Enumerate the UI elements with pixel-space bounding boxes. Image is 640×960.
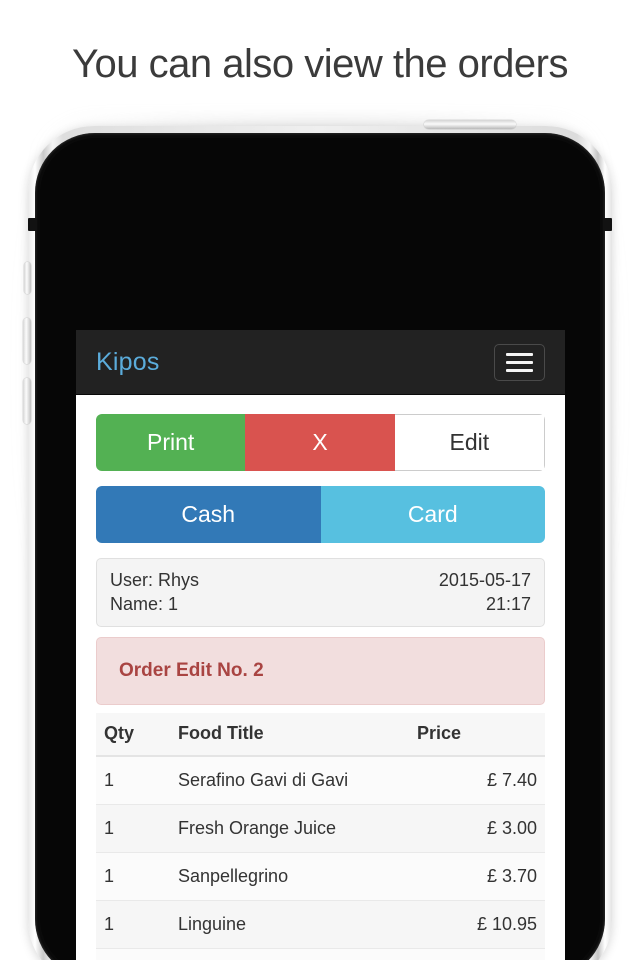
table-row[interactable]: 1 Serafino Gavi di Gavi £ 7.40: [96, 755, 545, 804]
delete-button[interactable]: X: [245, 414, 395, 471]
order-item-price: £ 9.95: [409, 947, 545, 960]
table-row[interactable]: 1Stuffed Crepes£ 9.95: [96, 947, 545, 960]
order-time: 21:17: [485, 593, 531, 614]
order-item-title: Stuffed Crepes: [170, 947, 409, 960]
order-table-head: Qty Food Title Price: [96, 712, 545, 757]
hamburger-bar-1: [506, 352, 533, 356]
volume-up-button[interactable]: [23, 318, 31, 364]
column-header-title: Food Title: [170, 712, 409, 757]
table-row[interactable]: 1 Linguine £ 10.95: [96, 899, 545, 948]
order-info-panel: User: Rhys 2015-05-17 Name: 1 21:17: [96, 558, 545, 627]
print-button[interactable]: Print: [96, 414, 246, 471]
silent-switch[interactable]: [24, 262, 31, 294]
app-navbar: Kipos: [76, 330, 565, 395]
power-button[interactable]: [424, 120, 516, 129]
order-item-qty: 1: [96, 899, 170, 948]
order-user-label: User: Rhys: [110, 570, 200, 590]
volume-down-button[interactable]: [23, 378, 31, 424]
column-header-qty: Qty: [96, 712, 170, 757]
order-item-qty: 1: [96, 803, 170, 852]
order-info-row-name: Name: 1 21:17: [110, 593, 531, 617]
order-table-header-row: Qty Food Title Price: [96, 712, 545, 757]
payment-method-button-group: Cash Card: [96, 486, 545, 543]
order-item-price: £ 7.40: [409, 755, 545, 804]
order-item-qty: 1: [96, 755, 170, 804]
card-button[interactable]: Card: [320, 486, 545, 543]
antenna-break-right: [603, 218, 612, 231]
table-row[interactable]: 1 Sanpellegrino £ 3.70: [96, 851, 545, 900]
order-edit-alert: Order Edit No. 2: [96, 636, 545, 705]
order-name-label: Name: 1: [110, 593, 179, 614]
order-table-body: 1 Serafino Gavi di Gavi £ 7.40 1 Fresh Orang…: [96, 755, 545, 960]
order-item-title: Linguine: [170, 899, 409, 948]
order-info-row-user: User: Rhys 2015-05-17: [110, 569, 531, 593]
app-brand[interactable]: Kipos: [96, 348, 160, 377]
order-item-title: Sanpellegrino: [170, 851, 409, 900]
order-item-price: £ 3.00: [409, 803, 545, 852]
order-item-qty: 1: [96, 851, 170, 900]
table-row[interactable]: 1 Fresh Orange Juice £ 3.00: [96, 803, 545, 852]
order-item-title: Fresh Orange Juice: [170, 803, 409, 852]
hamburger-bar-2: [506, 360, 533, 364]
hamburger-menu-icon[interactable]: [494, 343, 545, 381]
column-header-price: Price: [409, 712, 545, 757]
hamburger-bar-3: [506, 368, 533, 372]
order-items-table: Qty Food Title Price 1 Serafino Gavi di G…: [96, 712, 545, 960]
order-date: 2015-05-17: [438, 570, 531, 590]
app-content: Print X Edit Cash Card User: Rhys 2015-0…: [76, 395, 565, 960]
page-title: You can also view the orders: [72, 42, 568, 86]
order-item-qty: 1: [96, 947, 170, 960]
order-item-price: £ 3.70: [409, 851, 545, 900]
edit-button[interactable]: Edit: [394, 414, 545, 471]
order-item-price: £ 10.95: [409, 899, 545, 948]
cash-button[interactable]: Cash: [96, 486, 321, 543]
screenshot-stage: You can also view the orders Kipos Print…: [0, 0, 640, 960]
order-item-title: Serafino Gavi di Gavi: [170, 755, 409, 804]
app-viewport: Kipos Print X Edit Cash Card User: Rhys …: [76, 330, 565, 960]
antenna-break-left: [28, 218, 37, 231]
order-action-button-group: Print X Edit: [96, 414, 545, 471]
